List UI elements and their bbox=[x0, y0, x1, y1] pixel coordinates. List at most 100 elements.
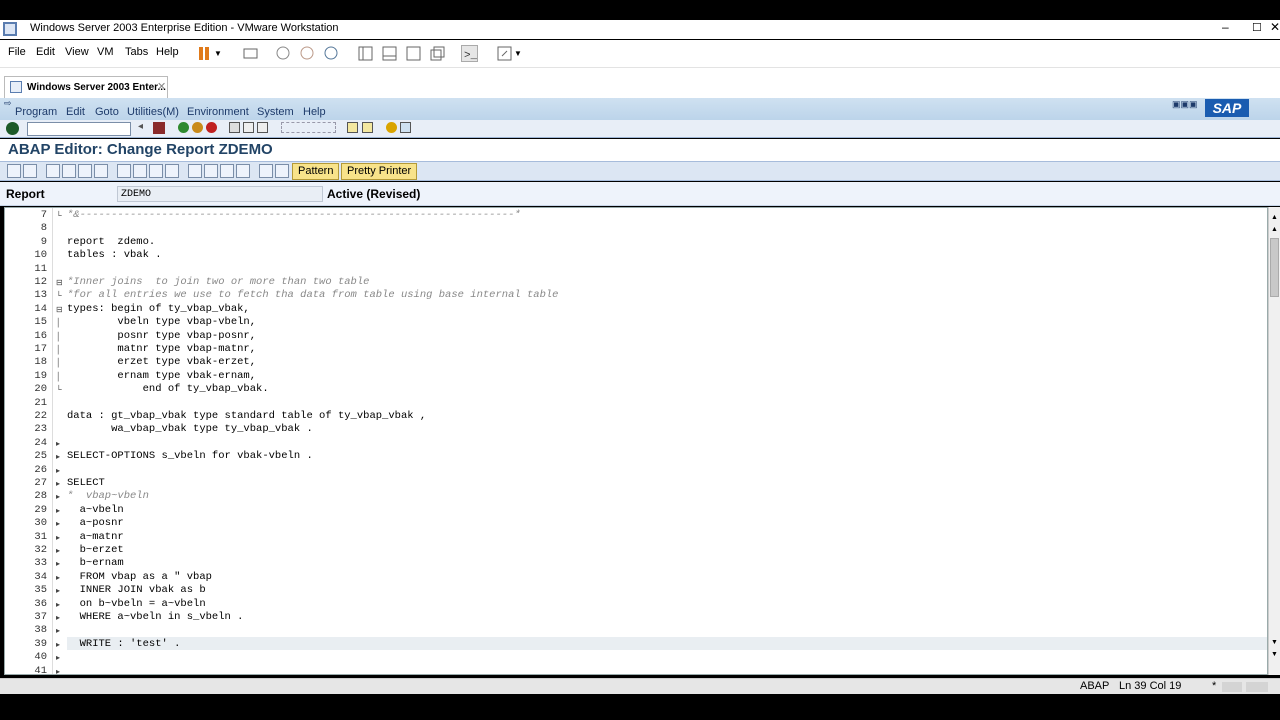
object-list-icon[interactable] bbox=[165, 164, 179, 178]
fold-marker[interactable]: ▸ bbox=[56, 531, 64, 544]
code-line[interactable]: 26 ▸ bbox=[5, 464, 1267, 477]
back-icon[interactable] bbox=[178, 122, 189, 133]
scroll-down-icon[interactable]: ▼ bbox=[1271, 639, 1278, 646]
code-line[interactable]: 27 ▸ SELECT bbox=[5, 477, 1267, 490]
code-line[interactable]: 12 ⊟ *Inner joins to join two or more than… bbox=[5, 276, 1267, 289]
code-line[interactable]: 22 data : gt_vbap_vbak type standard tabl… bbox=[5, 410, 1267, 423]
shortcut-icon[interactable] bbox=[362, 122, 373, 133]
fold-marker[interactable]: ▸ bbox=[56, 611, 64, 624]
revert-snapshot-icon[interactable] bbox=[299, 45, 316, 62]
print-icon[interactable] bbox=[229, 122, 240, 133]
code-line[interactable]: 40 ▸ bbox=[5, 651, 1267, 664]
check-icon[interactable] bbox=[94, 164, 108, 178]
code-line[interactable]: 18 │ erzet type vbak-erzet, bbox=[5, 356, 1267, 369]
fold-marker[interactable]: ▸ bbox=[56, 598, 64, 611]
fold-marker[interactable]: ▸ bbox=[56, 638, 64, 651]
scroll-down2-icon[interactable]: ▼ bbox=[1271, 651, 1278, 658]
code-line[interactable]: 7 └ *&------------------------------------… bbox=[5, 209, 1267, 222]
fold-marker[interactable]: │ bbox=[56, 356, 64, 369]
code-line[interactable]: 34 ▸ FROM vbap as a " vbap bbox=[5, 571, 1267, 584]
find-next-icon[interactable] bbox=[257, 122, 268, 133]
fold-marker[interactable]: ⊟ bbox=[56, 303, 64, 316]
code-line[interactable]: 13 └ *for all entries we use to fetch tha … bbox=[5, 289, 1267, 302]
sap-system-icon[interactable]: ⇨ bbox=[4, 98, 12, 109]
sap-menu-system[interactable]: System bbox=[257, 106, 294, 118]
sap-menu-environment[interactable]: Environment bbox=[187, 106, 249, 118]
forward-arrow-icon[interactable] bbox=[23, 164, 37, 178]
where-used-icon[interactable] bbox=[149, 164, 163, 178]
fold-marker[interactable]: └ bbox=[56, 383, 64, 396]
fold-marker[interactable]: ▸ bbox=[56, 450, 64, 463]
fold-marker[interactable]: ▸ bbox=[56, 464, 64, 477]
code-line[interactable]: 17 │ matnr type vbap-matnr, bbox=[5, 343, 1267, 356]
fold-marker[interactable] bbox=[56, 249, 64, 262]
scroll-up2-icon[interactable]: ▲ bbox=[1271, 226, 1278, 233]
sap-menu-goto[interactable]: Goto bbox=[95, 106, 119, 118]
back-arrow-icon[interactable] bbox=[7, 164, 21, 178]
sap-menu-program[interactable]: Program bbox=[15, 106, 57, 118]
code-line[interactable]: 21 bbox=[5, 397, 1267, 410]
menu-help[interactable]: Help bbox=[156, 46, 179, 58]
fold-marker[interactable]: ▸ bbox=[56, 651, 64, 664]
menu-vm[interactable]: VM bbox=[97, 46, 114, 58]
fold-marker[interactable]: ▸ bbox=[56, 665, 64, 674]
code-line[interactable]: 38 ▸ bbox=[5, 624, 1267, 637]
save-icon[interactable] bbox=[153, 122, 165, 134]
inactive-icon[interactable] bbox=[220, 164, 234, 178]
sap-menu-edit[interactable]: Edit bbox=[66, 106, 85, 118]
fold-marker[interactable]: ▸ bbox=[56, 557, 64, 570]
fold-marker[interactable]: └ bbox=[56, 289, 64, 302]
snapshot-icon[interactable] bbox=[275, 45, 292, 62]
enhance-icon[interactable] bbox=[204, 164, 218, 178]
fold-marker[interactable]: ▸ bbox=[56, 517, 64, 530]
menu-tabs[interactable]: Tabs bbox=[125, 46, 148, 58]
code-line[interactable]: 20 └ end of ty_vbap_vbak. bbox=[5, 383, 1267, 396]
help-icon[interactable] bbox=[386, 122, 397, 133]
close-icon[interactable]: ✕ bbox=[1270, 20, 1280, 34]
new-session-icon[interactable] bbox=[347, 122, 358, 133]
fold-marker[interactable]: ⊟ bbox=[56, 276, 64, 289]
code-line[interactable]: 23 wa_vbap_vbak type ty_vbap_vbak . bbox=[5, 423, 1267, 436]
pause-icon[interactable] bbox=[196, 45, 213, 62]
vm-tab[interactable]: Windows Server 2003 Enter... ✕ bbox=[4, 76, 168, 98]
command-field[interactable] bbox=[27, 122, 131, 136]
code-line[interactable]: 37 ▸ WHERE a~vbeln in s_vbeln . bbox=[5, 611, 1267, 624]
fold-marker[interactable]: ▸ bbox=[56, 624, 64, 637]
stretch-icon[interactable] bbox=[496, 45, 513, 62]
code-editor[interactable]: 7 └ *&------------------------------------… bbox=[4, 207, 1268, 675]
code-line[interactable]: 39 ▸ WRITE : 'test' . bbox=[5, 638, 1267, 651]
fold-marker[interactable] bbox=[56, 236, 64, 249]
pretty-printer-button[interactable]: Pretty Printer bbox=[341, 163, 418, 180]
sap-window-controls[interactable]: ▣▣▣ bbox=[1172, 99, 1198, 110]
fold-marker[interactable] bbox=[56, 263, 64, 276]
scroll-thumb[interactable] bbox=[1270, 238, 1279, 297]
fold-marker[interactable] bbox=[56, 222, 64, 235]
code-line[interactable]: 16 │ posnr type vbap-posnr, bbox=[5, 330, 1267, 343]
sap-menu-help[interactable]: Help bbox=[303, 106, 326, 118]
chevron-down-icon[interactable]: ▼ bbox=[214, 49, 231, 66]
sap-menu-utilities[interactable]: Utilities(M) bbox=[127, 106, 179, 118]
breakpoint-icon[interactable] bbox=[259, 164, 273, 178]
fold-marker[interactable]: ▸ bbox=[56, 571, 64, 584]
code-line[interactable]: 11 bbox=[5, 263, 1267, 276]
minimize-icon[interactable]: – bbox=[1222, 20, 1229, 34]
navigation-icon[interactable] bbox=[188, 164, 202, 178]
code-line[interactable]: 33 ▸ b~ernam bbox=[5, 557, 1267, 570]
fold-marker[interactable]: │ bbox=[56, 330, 64, 343]
external-breakpoint-icon[interactable] bbox=[275, 164, 289, 178]
page-nav-icons[interactable] bbox=[281, 122, 336, 133]
code-line[interactable]: 28 ▸ * vbap~vbeln bbox=[5, 490, 1267, 503]
fold-marker[interactable] bbox=[56, 423, 64, 436]
thumbnail-bar-icon[interactable] bbox=[381, 45, 398, 62]
code-line[interactable]: 14 ⊟ types: begin of ty_vbap_vbak, bbox=[5, 303, 1267, 316]
code-line[interactable]: 19 │ ernam type vbak-ernam, bbox=[5, 370, 1267, 383]
enter-icon[interactable] bbox=[6, 122, 19, 135]
chevron-down-icon[interactable]: ▼ bbox=[514, 49, 531, 66]
active-inactive-icon[interactable] bbox=[62, 164, 76, 178]
find-icon[interactable] bbox=[243, 122, 254, 133]
editor-scrollbar[interactable]: ▲ ▲ ▼ ▼ bbox=[1268, 207, 1280, 675]
display-change-icon[interactable] bbox=[46, 164, 60, 178]
menu-edit[interactable]: Edit bbox=[36, 46, 55, 58]
test-icon[interactable] bbox=[133, 164, 147, 178]
unity-icon[interactable] bbox=[429, 45, 446, 62]
